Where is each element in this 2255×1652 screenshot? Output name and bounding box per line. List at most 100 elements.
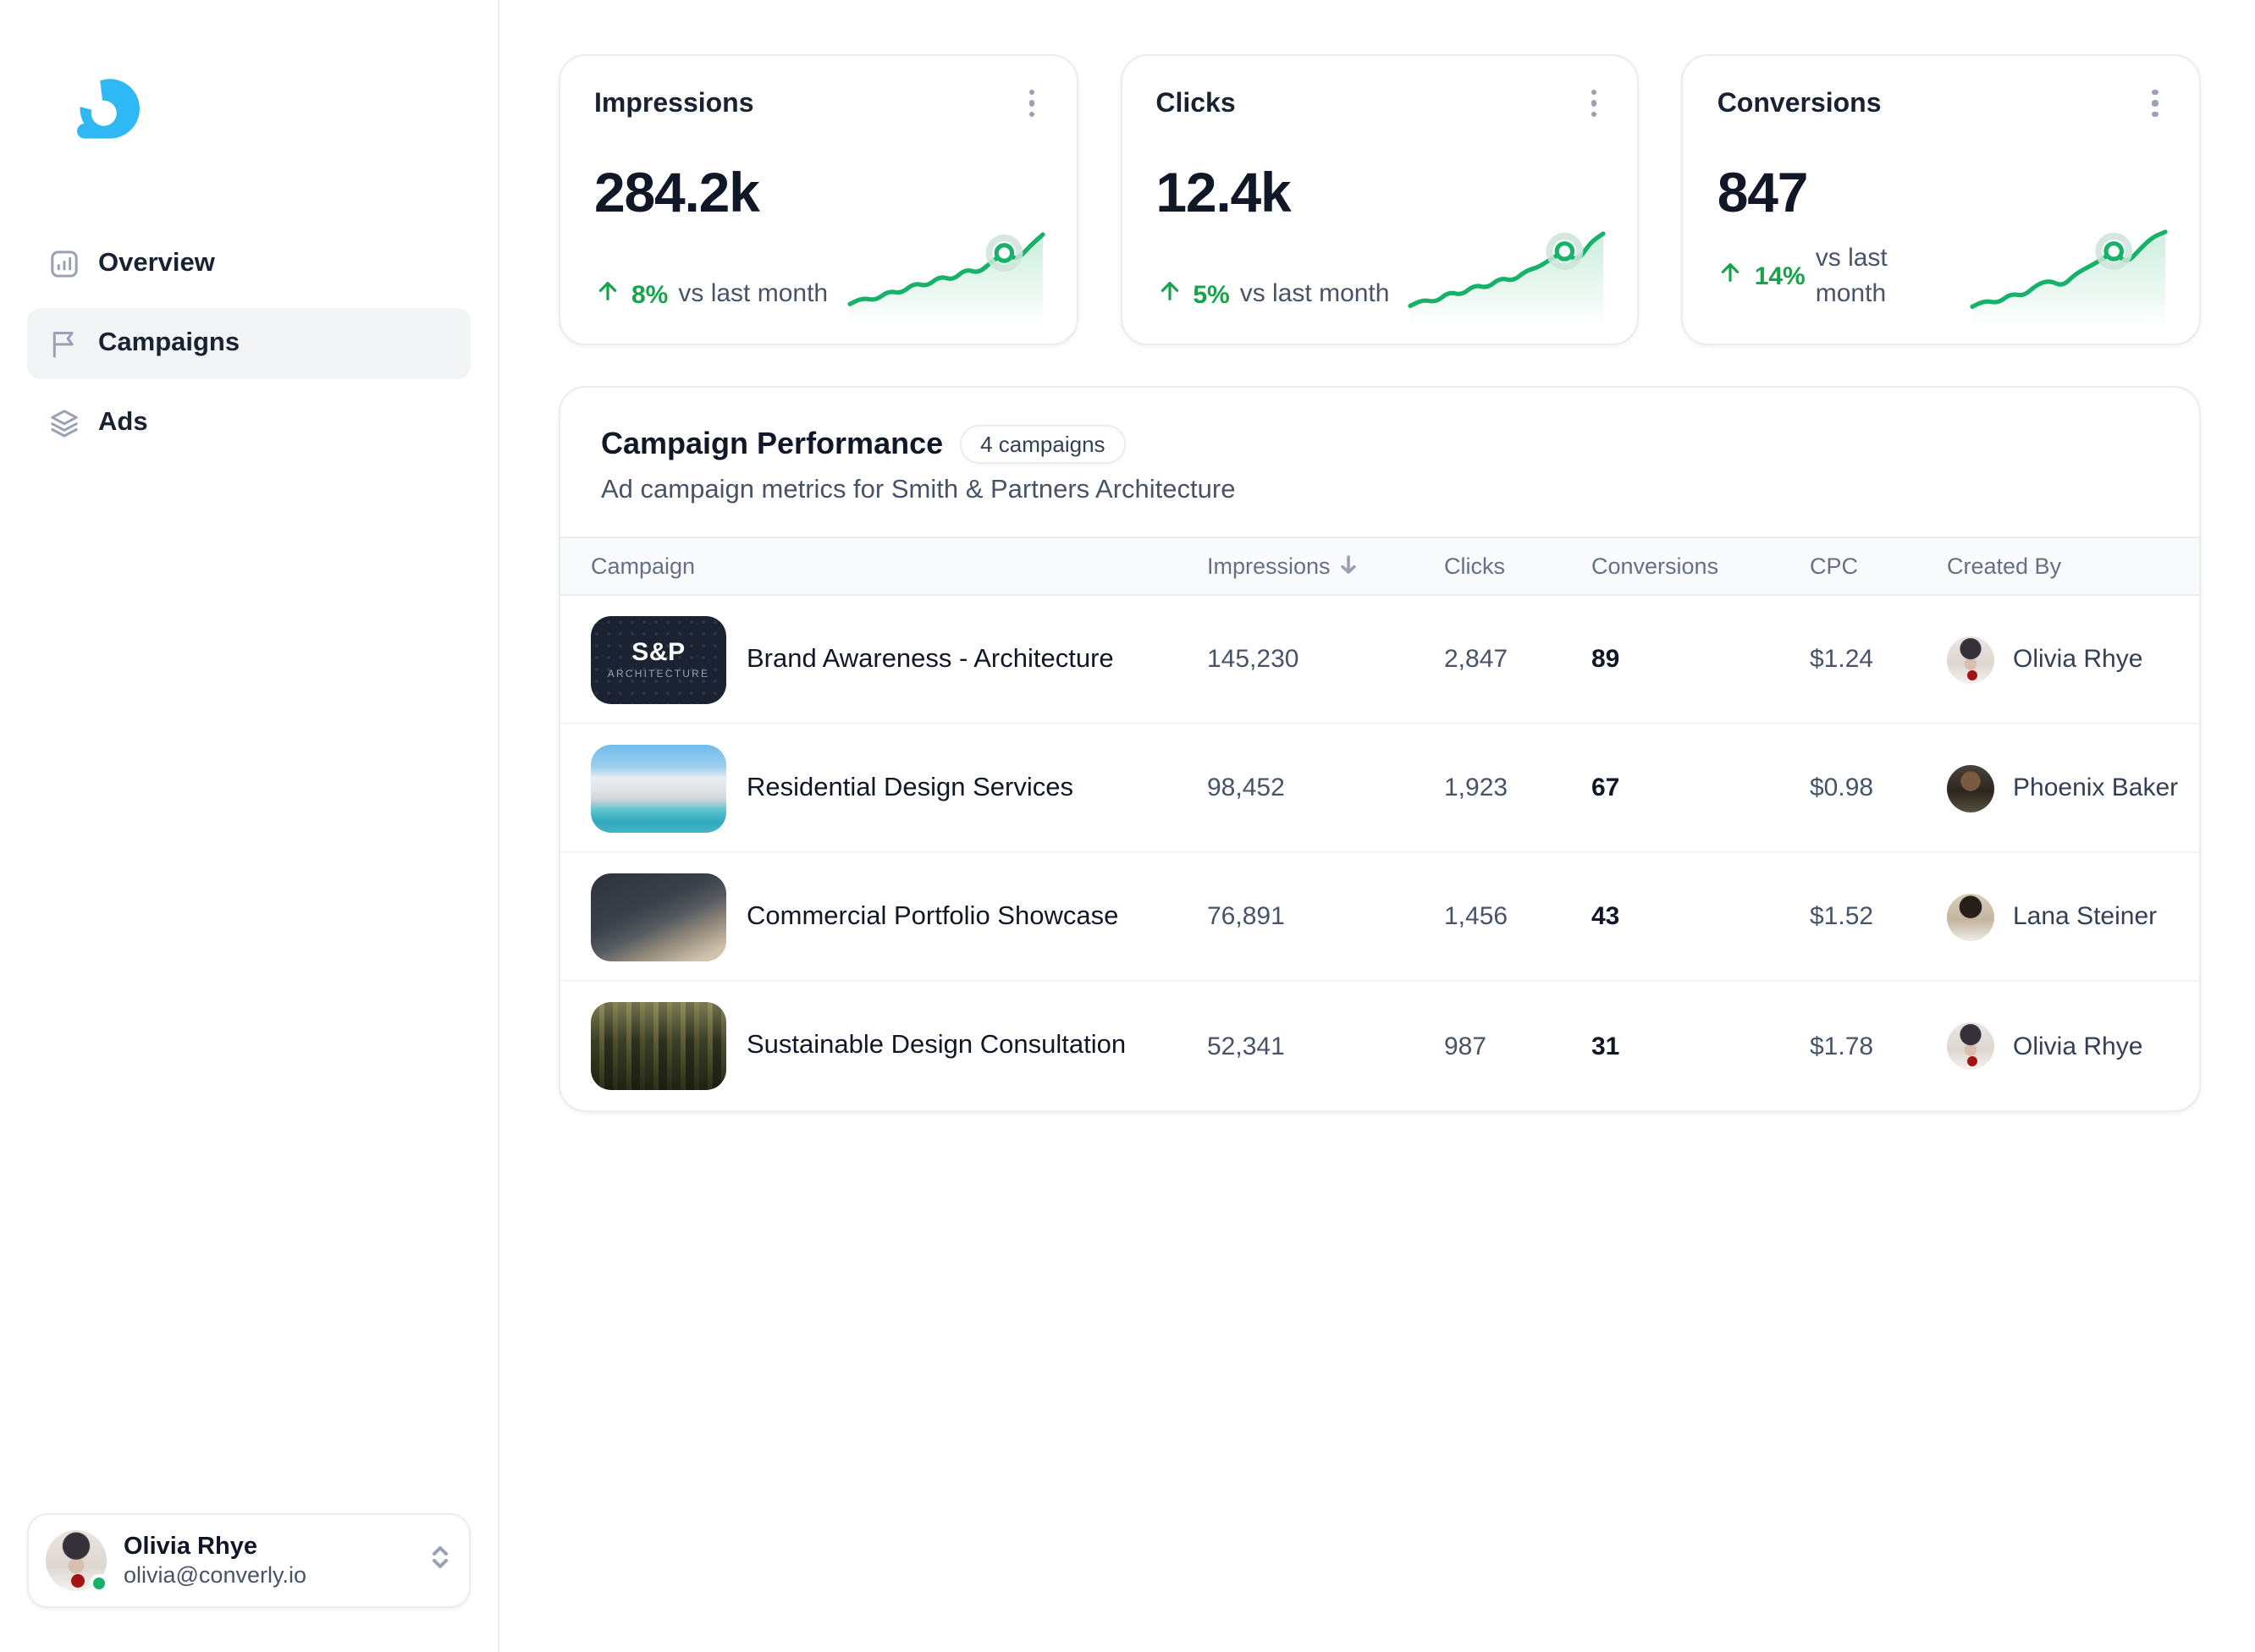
thumbnail-logo-subtext: ARCHITECTURE	[607, 669, 710, 680]
sidebar-item-campaigns[interactable]: Campaigns	[27, 308, 471, 379]
table-row[interactable]: Sustainable Design Consultation 52,341 9…	[560, 982, 2199, 1110]
creator-name: Olivia Rhye	[2013, 645, 2143, 674]
stat-cards-row: Impressions 284.2k 8% vs last month Clic…	[559, 54, 2202, 345]
stat-card-impressions: Impressions 284.2k 8% vs last month	[559, 54, 1078, 345]
created-by-cell: Lana Steiner	[1947, 893, 2199, 940]
conversions-cell: 89	[1591, 645, 1620, 674]
stat-card-change: 5% vs last month	[1155, 277, 1389, 314]
clicks-cell: 1,456	[1444, 902, 1508, 931]
conversions-cell: 43	[1591, 902, 1620, 931]
stat-card-title: Impressions	[594, 90, 754, 118]
sidebar-item-label: Overview	[98, 249, 215, 278]
change-label: vs last month	[1239, 279, 1390, 309]
sidebar: Overview Campaigns Ads Olivia Rhye olivi…	[0, 0, 499, 1652]
flag-icon	[47, 327, 81, 361]
cpc-cell: $1.78	[1810, 1032, 1874, 1060]
change-label: vs last month	[678, 279, 829, 309]
table-row[interactable]: Residential Design Services 98,452 1,923…	[560, 724, 2199, 853]
campaign-count-badge: 4 campaigns	[960, 425, 1126, 464]
stat-card-conversions: Conversions 847 14% vs last month	[1681, 54, 2202, 345]
impressions-cell: 98,452	[1207, 774, 1285, 802]
conversions-cell: 67	[1591, 774, 1620, 802]
online-status-dot	[90, 1574, 108, 1593]
campaign-name: Residential Design Services	[747, 773, 1073, 801]
arrow-up-icon	[594, 277, 621, 312]
panel-header: Campaign Performance 4 campaigns Ad camp…	[560, 388, 2199, 537]
sidebar-item-ads[interactable]: Ads	[27, 388, 471, 459]
cpc-cell: $0.98	[1810, 774, 1874, 802]
kebab-menu-button[interactable]	[2135, 83, 2175, 124]
sort-arrow-down-icon	[1337, 553, 1359, 580]
column-header-impressions[interactable]: Impressions	[1207, 553, 1444, 580]
column-header-created-by[interactable]: Created By	[1947, 553, 2199, 579]
stat-card-clicks: Clicks 12.4k 5% vs last month	[1120, 54, 1640, 345]
stat-card-change: 14% vs last month	[1717, 240, 1917, 313]
impressions-cell: 145,230	[1207, 645, 1299, 674]
sidebar-item-label: Ads	[98, 408, 148, 437]
conversions-cell: 31	[1591, 1032, 1620, 1060]
change-percent: 5%	[1193, 280, 1230, 310]
creator-avatar	[1947, 764, 1994, 812]
campaign-thumbnail	[591, 1002, 726, 1090]
cpc-cell: $1.52	[1810, 902, 1874, 931]
stat-card-title: Clicks	[1155, 90, 1236, 118]
thumbnail-logo-text: S&P	[631, 637, 686, 666]
stat-card-change: 8% vs last month	[594, 277, 828, 314]
campaign-thumbnail	[591, 873, 726, 961]
creator-avatar	[1947, 1022, 1994, 1070]
column-header-clicks[interactable]: Clicks	[1444, 553, 1591, 579]
main-content: Impressions 284.2k 8% vs last month Clic…	[499, 0, 2255, 1652]
creator-name: Phoenix Baker	[2013, 774, 2179, 802]
stat-card-value: 284.2k	[594, 161, 760, 223]
creator-avatar	[1947, 893, 1994, 940]
creator-avatar	[1947, 636, 1994, 683]
change-label: vs last month	[1815, 243, 1888, 309]
cpc-cell: $1.24	[1810, 645, 1874, 674]
change-percent: 8%	[631, 280, 669, 310]
stat-card-title: Conversions	[1717, 90, 1882, 118]
user-info: Olivia Rhye olivia@converly.io	[124, 1534, 411, 1588]
clicks-cell: 987	[1444, 1032, 1487, 1060]
campaign-thumbnail: S&P ARCHITECTURE	[591, 615, 726, 703]
bar-chart-square-icon	[47, 247, 81, 281]
sidebar-item-overview[interactable]: Overview	[27, 229, 471, 300]
clicks-cell: 1,923	[1444, 774, 1508, 802]
table-row[interactable]: Commercial Portfolio Showcase 76,891 1,4…	[560, 853, 2199, 982]
column-header-conversions[interactable]: Conversions	[1591, 553, 1810, 579]
user-name: Olivia Rhye	[124, 1534, 257, 1561]
arrow-up-icon	[1717, 259, 1745, 295]
campaign-name: Commercial Portfolio Showcase	[747, 901, 1119, 930]
chevron-up-down-icon	[428, 1543, 452, 1578]
kebab-menu-button[interactable]	[1012, 83, 1052, 124]
clicks-cell: 2,847	[1444, 645, 1508, 674]
creator-name: Olivia Rhye	[2013, 1032, 2143, 1060]
user-avatar	[46, 1530, 108, 1593]
column-header-campaign[interactable]: Campaign	[560, 553, 1207, 579]
created-by-cell: Phoenix Baker	[1947, 764, 2199, 812]
impressions-cell: 52,341	[1207, 1032, 1285, 1060]
creator-name: Lana Steiner	[2013, 902, 2158, 931]
campaign-name: Brand Awareness - Architecture	[747, 644, 1114, 673]
stat-card-value: 12.4k	[1155, 161, 1291, 223]
panel-title: Campaign Performance	[601, 427, 944, 460]
app-root: Overview Campaigns Ads Olivia Rhye olivi…	[0, 0, 2255, 1652]
campaign-name: Sustainable Design Consultation	[747, 1031, 1127, 1060]
kebab-menu-button[interactable]	[1574, 83, 1614, 124]
column-header-cpc[interactable]: CPC	[1810, 553, 1947, 579]
created-by-cell: Olivia Rhye	[1947, 636, 2199, 683]
table-header-row: Campaign Impressions Clicks Conversions …	[560, 537, 2199, 596]
panel-subtitle: Ad campaign metrics for Smith & Partners…	[601, 476, 1236, 504]
campaign-thumbnail	[591, 744, 726, 832]
created-by-cell: Olivia Rhye	[1947, 1022, 2199, 1070]
sidebar-item-label: Campaigns	[98, 328, 240, 357]
change-percent: 14%	[1754, 262, 1806, 291]
sidebar-nav: Overview Campaigns Ads	[0, 220, 498, 1513]
impressions-cell: 76,891	[1207, 902, 1285, 931]
user-profile-card[interactable]: Olivia Rhye olivia@converly.io	[27, 1513, 471, 1608]
stat-card-value: 847	[1717, 161, 1809, 223]
user-email: olivia@converly.io	[124, 1562, 306, 1588]
app-logo[interactable]	[71, 74, 146, 142]
table-row[interactable]: S&P ARCHITECTURE Brand Awareness - Archi…	[560, 596, 2199, 724]
sparkline-chart	[846, 232, 1045, 328]
campaign-performance-panel: Campaign Performance 4 campaigns Ad camp…	[559, 386, 2201, 1112]
